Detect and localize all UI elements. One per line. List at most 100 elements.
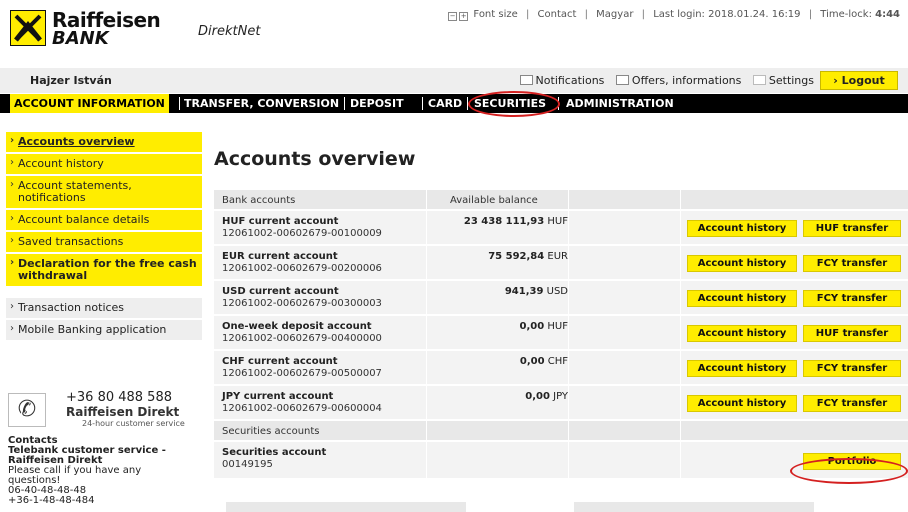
sidebar-item-account-statements[interactable]: Account statements, notifications — [6, 176, 202, 210]
language-link[interactable]: Magyar — [596, 9, 633, 20]
logout-label: Logout — [841, 74, 885, 87]
table-header: Bank accounts Available balance — [214, 190, 908, 211]
transfer-button[interactable]: FCY transfer — [803, 395, 901, 412]
transfer-button[interactable]: HUF transfer — [803, 220, 901, 237]
balance-currency: EUR — [547, 251, 568, 262]
account-balance: 0,00 JPY — [525, 391, 568, 402]
phone-number: +36 80 488 588 — [66, 390, 172, 405]
account-history-button[interactable]: Account history — [687, 290, 797, 307]
account-name: HUF current account — [222, 216, 339, 227]
notifications-link[interactable]: Notifications — [536, 74, 605, 87]
securities-header: Securities accounts — [222, 426, 320, 437]
top-header: Raiffeisen BANK DirektNet − + Font size |… — [0, 0, 908, 62]
account-balance: 0,00 HUF — [520, 321, 568, 332]
balance-amount: 0,00 — [519, 321, 545, 332]
balance-amount: 0,00 — [519, 356, 545, 367]
account-history-button[interactable]: Account history — [687, 325, 797, 342]
balance-currency: HUF — [547, 216, 568, 227]
balance-header: Available balance — [450, 195, 538, 206]
transfer-button[interactable]: HUF transfer — [803, 325, 901, 342]
main-nav: ACCOUNT INFORMATION TRANSFER, CONVERSION… — [0, 94, 908, 113]
logo-text-bank: BANK — [52, 28, 109, 49]
user-links: Notifications Offers, informations Setti… — [512, 74, 814, 87]
top-links: − + Font size | Contact | Magyar | Last l… — [448, 9, 900, 21]
account-name: USD current account — [222, 286, 339, 297]
securities-account-name: Securities account — [222, 447, 327, 458]
user-bar: Hajzer István Notifications Offers, info… — [0, 68, 908, 93]
table-row: HUF current account 12061002-00602679-001… — [214, 211, 908, 246]
phone-icon: ✆ — [8, 393, 46, 427]
sidebar-item-transaction-notices[interactable]: Transaction notices — [6, 298, 202, 320]
table-row: CHF current account 12061002-00602679-005… — [214, 351, 908, 386]
account-balance: 23 438 111,93 HUF — [464, 216, 568, 227]
contact-link[interactable]: Contact — [538, 9, 577, 20]
balance-amount: 75 592,84 — [488, 251, 545, 262]
balance-currency: CHF — [547, 356, 568, 367]
bottom-panel-left — [226, 502, 466, 512]
securities-header-row: Securities accounts — [214, 421, 908, 442]
sidebar-item-accounts-overview[interactable]: Accounts overview — [6, 132, 202, 154]
bank-accounts-header: Bank accounts — [222, 195, 296, 206]
account-balance: 75 592,84 EUR — [488, 251, 568, 262]
account-number: 12061002-00602679-00300003 — [222, 298, 382, 309]
bottom-panel-right — [574, 502, 814, 512]
nav-card[interactable]: CARD — [428, 94, 462, 113]
timelock-value: 4:44 — [875, 9, 900, 20]
sidebar-item-declaration[interactable]: Declaration for the free cash withdrawal — [6, 254, 202, 288]
table-row: JPY current account 12061002-00602679-006… — [214, 386, 908, 421]
table-row: One-week deposit account 12061002-0060267… — [214, 316, 908, 351]
account-name: CHF current account — [222, 356, 338, 367]
transfer-button[interactable]: FCY transfer — [803, 360, 901, 377]
nav-account-information[interactable]: ACCOUNT INFORMATION — [10, 94, 169, 113]
chevron-right-icon: › — [833, 74, 838, 87]
phone-service-sub: 24-hour customer service — [82, 419, 185, 428]
account-name: One-week deposit account — [222, 321, 372, 332]
wrench-icon — [752, 75, 766, 85]
account-number: 12061002-00602679-00600004 — [222, 403, 382, 414]
logout-button[interactable]: › Logout — [820, 71, 898, 90]
font-decrease-icon[interactable]: − — [448, 12, 458, 21]
sidebar-item-mobile-banking[interactable]: Mobile Banking application — [6, 320, 202, 342]
account-history-button[interactable]: Account history — [687, 395, 797, 412]
account-history-button[interactable]: Account history — [687, 255, 797, 272]
table-row: USD current account 12061002-00602679-003… — [214, 281, 908, 316]
account-history-button[interactable]: Account history — [687, 220, 797, 237]
balance-amount: 23 438 111,93 — [463, 216, 545, 227]
envelope-icon — [519, 75, 533, 85]
product-name: DirektNet — [198, 24, 261, 39]
balance-amount: 941,39 — [504, 286, 544, 297]
nav-transfer-conversion[interactable]: TRANSFER, CONVERSION — [184, 94, 339, 113]
offers-link[interactable]: Offers, informations — [632, 74, 741, 87]
sidebar-item-account-balance-details[interactable]: Account balance details — [6, 210, 202, 232]
account-name: EUR current account — [222, 251, 338, 262]
last-login-info: Last login: 2018.01.24. 16:19 — [653, 9, 801, 20]
raiffeisen-logo[interactable]: Raiffeisen BANK — [10, 6, 170, 50]
account-number: 12061002-00602679-00500007 — [222, 368, 382, 379]
settings-link[interactable]: Settings — [769, 74, 814, 87]
securities-account-number: 00149195 — [222, 459, 273, 470]
transfer-button[interactable]: FCY transfer — [803, 290, 901, 307]
account-number: 12061002-00602679-00100009 — [222, 228, 382, 239]
balance-currency: HUF — [547, 321, 568, 332]
nav-administration[interactable]: ADMINISTRATION — [566, 94, 674, 113]
offers-icon — [615, 75, 629, 85]
balance-amount: 0,00 — [525, 391, 550, 402]
nav-deposit[interactable]: DEPOSIT — [350, 94, 404, 113]
contacts-line6: +36-1-48-48-484 — [8, 495, 95, 506]
logo-mark-icon — [10, 10, 46, 46]
font-increase-icon[interactable]: + — [459, 12, 469, 21]
timelock-label: Time-lock: — [820, 9, 872, 20]
securities-row: Securities account 00149195 Portfolio — [214, 442, 908, 480]
font-size-label: Font size — [473, 9, 518, 20]
account-history-button[interactable]: Account history — [687, 360, 797, 377]
sidebar-item-saved-transactions[interactable]: Saved transactions — [6, 232, 202, 254]
portfolio-button[interactable]: Portfolio — [803, 453, 901, 470]
phone-service-name: Raiffeisen Direkt — [66, 405, 180, 419]
user-name: Hajzer István — [30, 74, 112, 87]
account-balance: 0,00 CHF — [520, 356, 568, 367]
contacts-block: Contacts Telebank customer service - Rai… — [8, 436, 198, 506]
transfer-button[interactable]: FCY transfer — [803, 255, 901, 272]
sidebar-item-account-history[interactable]: Account history — [6, 154, 202, 176]
nav-securities[interactable]: SECURITIES — [474, 94, 546, 113]
account-number: 12061002-00602679-00200006 — [222, 263, 382, 274]
